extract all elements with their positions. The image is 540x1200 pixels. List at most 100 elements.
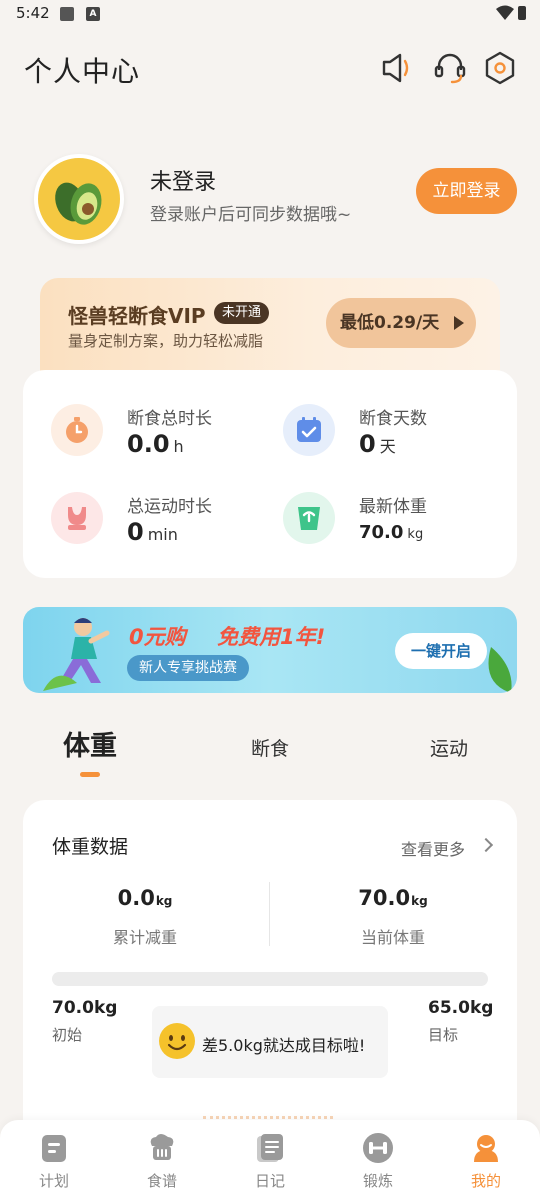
header: 个人中心 — [0, 40, 540, 96]
nav-label: 计划 — [38, 1172, 69, 1190]
stat-value: 0.0 h — [127, 430, 184, 458]
stats-card: 断食总时长 0.0 h 断食天数 0天 总运动时长 0 min 最新体重 70.0 k… — [23, 370, 517, 578]
banner-open-button[interactable]: 一键开启 — [395, 633, 487, 669]
smiley-icon — [159, 1023, 195, 1059]
stat-unit: h — [173, 437, 184, 456]
status-bar: 5:42 A — [0, 0, 540, 30]
diary-icon — [257, 1134, 283, 1162]
stat-value: 0天 — [359, 430, 396, 458]
tab-exercise[interactable]: 运动 — [430, 734, 468, 761]
banner-subtitle: 新人专享挑战赛 — [127, 655, 249, 681]
avatar[interactable] — [34, 154, 124, 244]
profile-name: 未登录 — [150, 170, 217, 195]
profile-section: 未登录 登录账户后可同步数据哦~ 立即登录 — [0, 150, 540, 250]
nav-label: 食谱 — [146, 1172, 177, 1190]
stat-unit: 天 — [379, 437, 396, 456]
weight-progress-track — [52, 972, 488, 986]
stat-value: 0 min — [127, 518, 178, 546]
stat-number: 0 — [359, 430, 376, 458]
vip-subtitle: 量身定制方案，助力轻松减脂 — [68, 332, 264, 350]
start-weight-value: 70.0kg — [52, 998, 118, 1018]
page-title: 个人中心 — [24, 55, 141, 88]
goal-tip: 差5.0kg就达成目标啦! — [152, 1006, 388, 1078]
runner-illustration — [43, 618, 110, 691]
status-time: 5:42 — [16, 4, 50, 22]
speaker-icon[interactable] — [376, 48, 416, 88]
stat-label: 断食总时长 — [127, 409, 212, 429]
promo-banner[interactable]: 0元购 免费用1年! 新人专享挑战赛 一键开启 — [23, 607, 517, 693]
current-weight-number: 70.0 — [358, 886, 411, 910]
goal-weight-label: 目标 — [428, 1026, 459, 1044]
dumbbell-icon — [363, 1133, 393, 1163]
vip-price-button[interactable]: 最低0.29/天 — [326, 298, 476, 348]
nav-label: 日记 — [254, 1172, 285, 1190]
nav-exercise[interactable]: 锻炼 — [338, 1132, 418, 1196]
tab-fasting[interactable]: 断食 — [251, 734, 289, 761]
start-weight-label: 初始 — [52, 1026, 83, 1044]
banner-title-1: 0元购 — [129, 625, 186, 649]
stat-number: 70.0 — [359, 522, 404, 543]
leaf-decoration — [488, 647, 512, 693]
wifi-icon — [496, 5, 514, 20]
stat-exercise-duration[interactable]: 总运动时长 0 min — [23, 492, 253, 562]
scale-icon — [298, 507, 320, 530]
stat-latest-weight[interactable]: 最新体重 70.0 kg — [255, 492, 485, 562]
nav-plan[interactable]: 计划 — [14, 1132, 94, 1196]
tab-indicator — [80, 772, 100, 777]
timer-icon — [66, 417, 88, 443]
battery-icon — [518, 6, 526, 20]
data-tabs: 体重 断食 运动 — [0, 720, 540, 780]
chevron-right-icon[interactable] — [478, 837, 494, 853]
weight-lost-unit: kg — [155, 894, 173, 908]
view-more-link[interactable]: 查看更多 — [401, 836, 465, 860]
stat-label: 最新体重 — [359, 497, 427, 517]
nav-diary[interactable]: 日记 — [230, 1132, 310, 1196]
calendar-icon — [297, 417, 321, 442]
stat-icon-bg — [51, 404, 103, 456]
divider — [269, 882, 270, 946]
weight-lost-value: 0.0kg — [75, 886, 215, 910]
recipe-icon — [150, 1134, 174, 1160]
stat-number: 0.0 — [127, 430, 170, 458]
current-weight-label: 当前体重 — [360, 928, 425, 947]
vip-title: 怪兽轻断食VIP — [68, 304, 206, 328]
stat-fasting-days[interactable]: 断食天数 0天 — [255, 404, 485, 474]
banner-title-2: 免费用1年! — [217, 625, 326, 649]
bottom-nav: 计划 食谱 日记 锻炼 我的 — [0, 1120, 540, 1200]
notification-a-icon: A — [86, 7, 100, 21]
goal-tip-text: 差5.0kg就达成目标啦! — [202, 1036, 366, 1055]
stat-icon-bg — [283, 404, 335, 456]
sports-bra-icon — [68, 507, 86, 530]
play-arrow-icon — [454, 316, 464, 330]
current-weight-unit: kg — [411, 894, 428, 908]
stat-unit: kg — [407, 527, 424, 542]
weight-card-title: 体重数据 — [52, 836, 129, 858]
nav-recipe[interactable]: 食谱 — [122, 1132, 202, 1196]
weight-lost-number: 0.0 — [117, 886, 155, 910]
nav-profile[interactable]: 我的 — [446, 1132, 526, 1196]
stat-fasting-duration[interactable]: 断食总时长 0.0 h — [23, 404, 253, 474]
nav-label: 锻炼 — [362, 1172, 393, 1190]
stat-value: 70.0 kg — [359, 522, 423, 543]
stat-icon-bg — [51, 492, 103, 544]
login-button[interactable]: 立即登录 — [416, 168, 517, 214]
gallery-icon — [60, 7, 74, 21]
nav-label: 我的 — [470, 1172, 501, 1190]
weight-lost-label: 累计减重 — [112, 928, 177, 947]
vip-status-badge: 未开通 — [214, 302, 270, 324]
current-weight-value: 70.0kg — [323, 886, 463, 910]
settings-hexagon-icon[interactable] — [480, 48, 520, 88]
goal-weight-value: 65.0kg — [428, 998, 494, 1018]
tab-weight[interactable]: 体重 — [63, 724, 117, 763]
stat-icon-bg — [283, 492, 335, 544]
stat-unit: min — [147, 525, 178, 544]
customer-service-icon[interactable] — [430, 48, 470, 88]
profile-subtitle: 登录账户后可同步数据哦~ — [150, 205, 352, 225]
plan-icon — [42, 1135, 66, 1162]
stat-label: 断食天数 — [359, 409, 427, 429]
profile-icon — [474, 1135, 498, 1162]
weight-card: 体重数据 查看更多 0.0kg 累计减重 70.0kg 当前体重 70.0kg … — [23, 800, 517, 1160]
stat-label: 总运动时长 — [127, 497, 212, 517]
vip-price-label: 最低0.29/天 — [340, 313, 440, 333]
avocado-icon — [55, 182, 102, 225]
